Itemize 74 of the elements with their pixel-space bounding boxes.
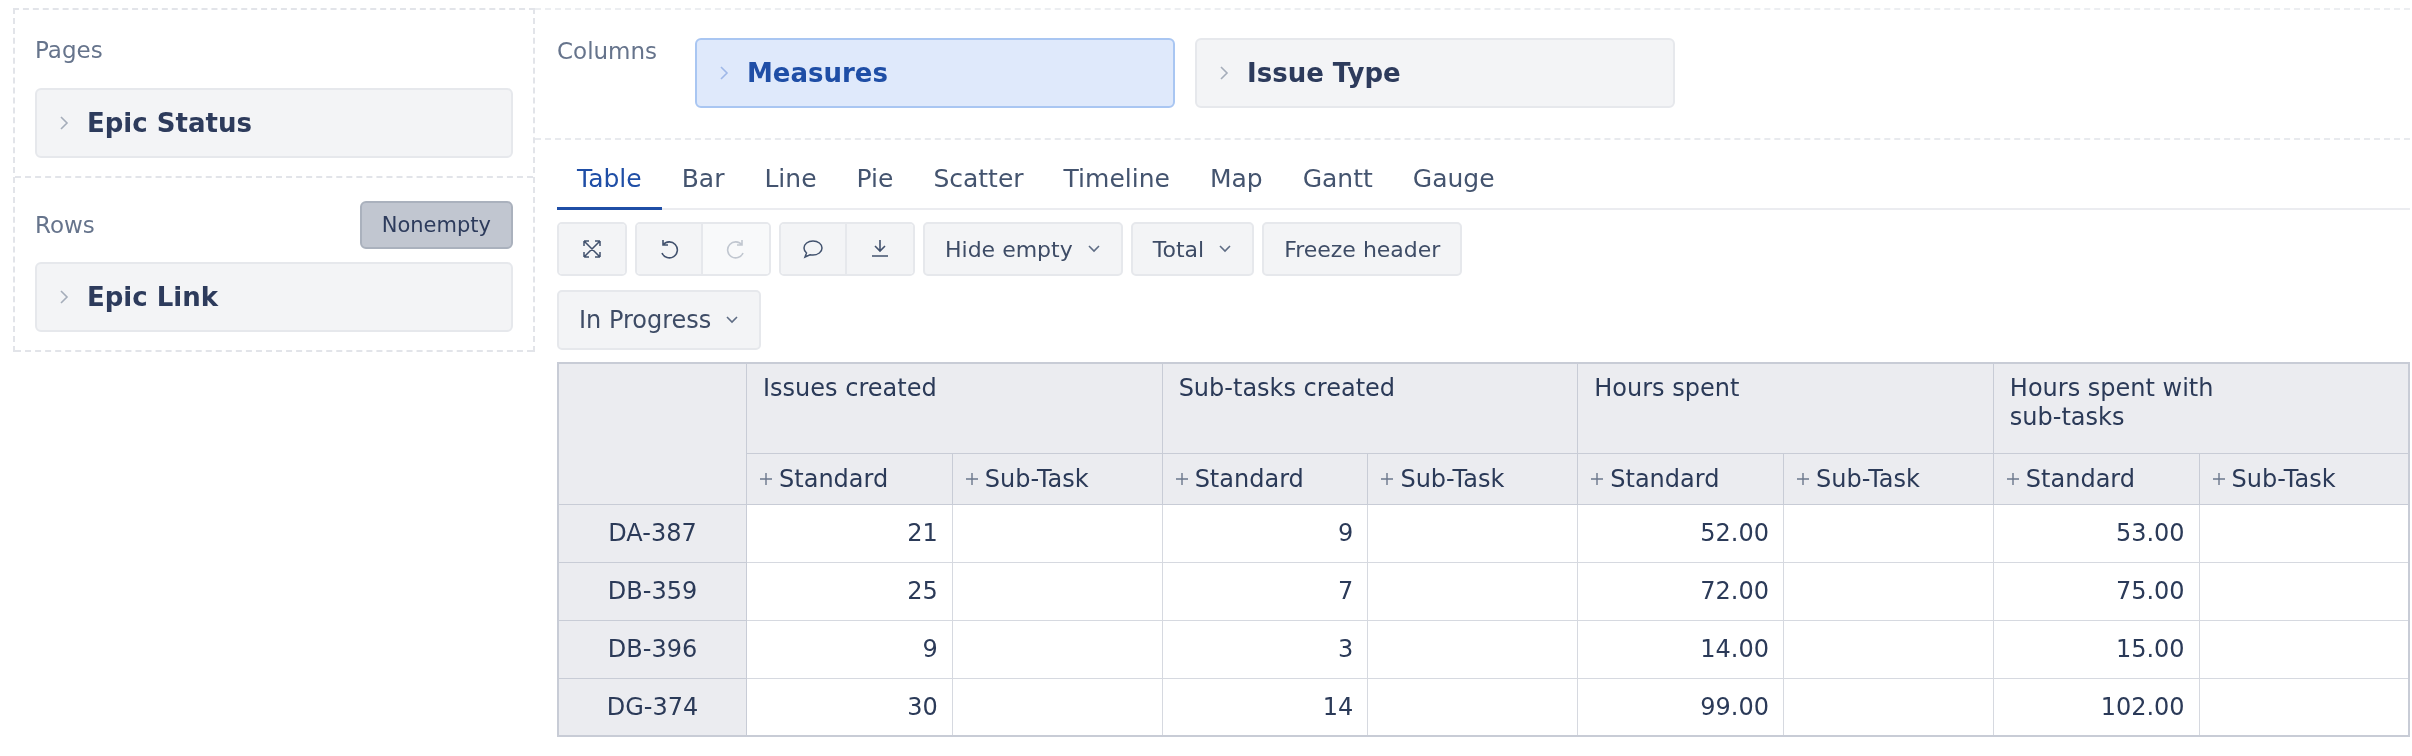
table-cell: 25	[746, 562, 953, 620]
nonempty-toggle[interactable]: Nonempty	[359, 201, 513, 249]
view-tab[interactable]: Gauge	[1392, 154, 1515, 210]
table-cell: 21	[746, 504, 953, 562]
dimension-chip[interactable]: Issue Type	[1195, 38, 1675, 108]
measure-header: Issues created	[746, 363, 1163, 453]
view-tab[interactable]: Table	[557, 154, 662, 210]
chevron-down-icon	[1086, 244, 1101, 254]
toolbar-icon-button[interactable]	[559, 224, 625, 274]
chevron-down-icon	[1218, 244, 1233, 254]
table-cell: 14.00	[1577, 620, 1784, 678]
chevron-right-icon	[1219, 65, 1229, 81]
row-header[interactable]: DA-387	[558, 504, 747, 562]
expand-arrows-icon	[580, 237, 604, 261]
chip-label: Measures	[747, 58, 888, 88]
row-header[interactable]: DG-374	[558, 678, 747, 736]
table-cell: 9	[1162, 504, 1368, 562]
measure-header: Hours spent with sub-tasks	[1993, 363, 2409, 453]
chip-label: Epic Status	[87, 108, 252, 138]
table-cell: 72.00	[1577, 562, 1784, 620]
chip-label: Issue Type	[1247, 58, 1401, 88]
row-header[interactable]: DB-396	[558, 620, 747, 678]
view-tab[interactable]: Pie	[836, 154, 914, 210]
plus-icon	[759, 472, 774, 486]
plus-icon	[1380, 472, 1395, 486]
chevron-right-icon	[59, 289, 69, 305]
table-cell: 75.00	[1993, 562, 2200, 620]
issue-type-header[interactable]: Standard	[1577, 453, 1784, 504]
issue-type-header[interactable]: Standard	[1993, 453, 2200, 504]
toolbar-icon-button[interactable]	[637, 224, 703, 274]
dropdown-button[interactable]: Total	[1130, 222, 1255, 276]
view-tab[interactable]: Bar	[661, 154, 745, 210]
speech-bubble-icon	[801, 237, 825, 261]
table-cell: 9	[746, 620, 953, 678]
issue-type-header[interactable]: Standard	[746, 453, 953, 504]
section-label: Pages	[35, 37, 103, 63]
issue-type-header[interactable]: Sub-Task	[2199, 453, 2409, 504]
plus-icon	[2005, 472, 2020, 486]
dimension-chip[interactable]: Measures	[695, 38, 1175, 108]
view-tab[interactable]: Line	[744, 154, 837, 210]
issue-type-header[interactable]: Sub-Task	[952, 453, 1163, 504]
toolbar-icon-button[interactable]	[781, 224, 847, 274]
table-cell: 3	[1162, 620, 1368, 678]
dimension-chip[interactable]: Epic Link	[35, 262, 513, 332]
chevron-right-icon	[59, 115, 69, 131]
measure-header: Hours spent	[1577, 363, 1994, 453]
view-tab[interactable]: Map	[1189, 154, 1283, 210]
section-label: Columns	[557, 38, 659, 64]
toolbar-button[interactable]: Freeze header	[1262, 222, 1463, 276]
chip-label: Epic Link	[87, 282, 219, 312]
measure-header: Sub-tasks created	[1162, 363, 1578, 453]
table-cell: 15.00	[1993, 620, 2200, 678]
plus-icon	[2211, 472, 2226, 486]
chevron-right-icon	[719, 65, 729, 81]
table-cell: 7	[1162, 562, 1368, 620]
row-header[interactable]: DB-359	[558, 562, 747, 620]
dropdown-button[interactable]: Hide empty	[923, 222, 1123, 276]
issue-type-header[interactable]: Standard	[1162, 453, 1368, 504]
issue-type-header[interactable]: Sub-Task	[1783, 453, 1994, 504]
plus-icon	[1590, 472, 1605, 486]
table-cell: 53.00	[1993, 504, 2200, 562]
plus-icon	[1796, 472, 1810, 486]
chevron-down-icon	[725, 315, 740, 325]
section-label: Rows	[35, 212, 95, 238]
view-tab[interactable]: Scatter	[913, 154, 1044, 210]
view-tab[interactable]: Gantt	[1282, 154, 1393, 210]
view-tab[interactable]: Timeline	[1043, 154, 1190, 210]
toolbar-icon-button[interactable]	[847, 224, 913, 274]
dimension-chip[interactable]: Epic Status	[35, 88, 513, 158]
plus-icon	[964, 472, 979, 486]
issue-type-header[interactable]: Sub-Task	[1367, 453, 1578, 504]
plus-icon	[1174, 472, 1189, 486]
table-cell: 52.00	[1577, 504, 1784, 562]
status-filter-dropdown[interactable]: In Progress	[557, 290, 762, 350]
